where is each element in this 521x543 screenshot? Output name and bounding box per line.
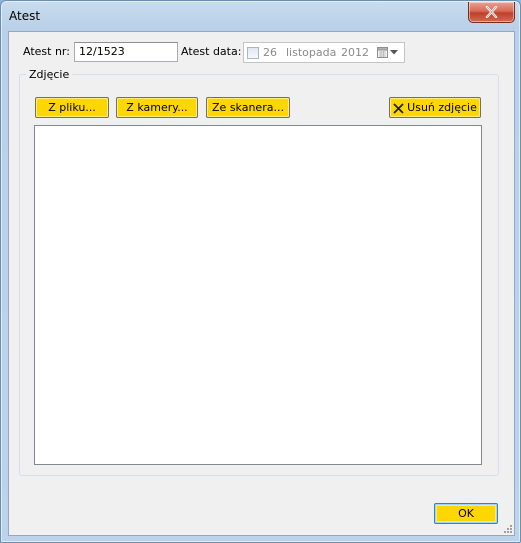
close-icon — [485, 6, 498, 18]
resize-grip-icon[interactable] — [502, 523, 512, 533]
x-icon — [393, 102, 404, 114]
atest-dialog-window: Atest Atest nr: 12/1523 Atest data: 26 l… — [0, 0, 521, 543]
remove-photo-button[interactable]: Usuń zdjęcie — [389, 97, 481, 118]
from-camera-button[interactable]: Z kamery... — [116, 97, 198, 118]
date-year[interactable]: 2012 — [341, 46, 369, 59]
dialog-client-area: Atest nr: 12/1523 Atest data: 26 listopa… — [8, 31, 515, 536]
photo-group-title: Zdjęcie — [26, 68, 73, 81]
close-button[interactable] — [468, 2, 515, 23]
remove-photo-label: Usuń zdjęcie — [407, 101, 477, 114]
atest-nr-input[interactable]: 12/1523 — [74, 42, 178, 62]
atest-data-label: Atest data: — [181, 45, 242, 58]
from-scanner-button[interactable]: Ze skanera... — [206, 97, 290, 118]
window-title: Atest — [9, 9, 41, 23]
date-month[interactable]: listopada — [286, 46, 336, 59]
date-day[interactable]: 26 — [263, 46, 277, 59]
date-enable-checkbox[interactable] — [247, 47, 259, 59]
chevron-down-icon — [390, 50, 398, 55]
from-file-button[interactable]: Z pliku... — [35, 97, 109, 118]
calendar-dropdown-button[interactable] — [377, 46, 399, 59]
atest-nr-label: Atest nr: — [23, 45, 70, 58]
photo-preview-area — [34, 125, 482, 465]
calendar-icon — [377, 47, 388, 58]
ok-button[interactable]: OK — [434, 503, 498, 524]
atest-date-picker[interactable]: 26 listopada 2012 — [243, 42, 405, 63]
